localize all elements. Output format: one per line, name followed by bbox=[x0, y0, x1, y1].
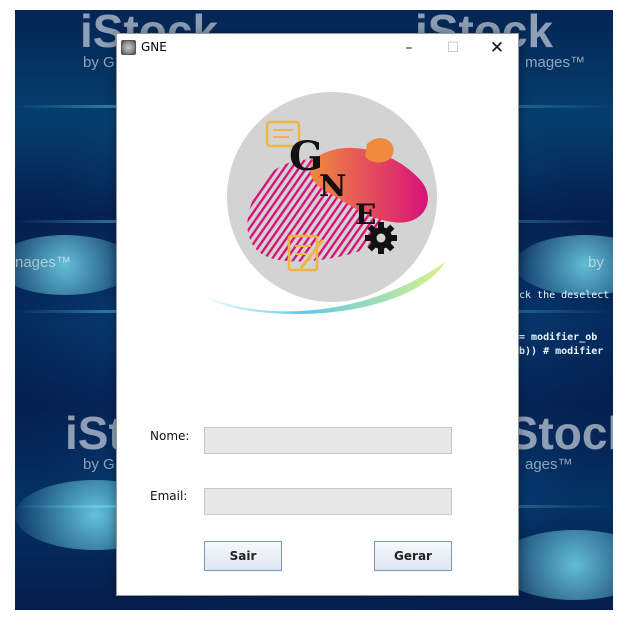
nome-label: Nome: bbox=[150, 429, 190, 443]
app-icon bbox=[121, 40, 136, 55]
email-input[interactable] bbox=[204, 488, 452, 515]
close-button[interactable]: ✕ bbox=[475, 34, 519, 62]
watermark-sub: ages™ bbox=[525, 456, 573, 473]
window-title: GNE bbox=[141, 40, 167, 54]
watermark-sub: by G bbox=[83, 54, 115, 71]
minimize-button[interactable]: – bbox=[387, 34, 431, 62]
code-text: = modifier_ob bbox=[519, 332, 598, 343]
code-text: b)) # modifier bbox=[519, 346, 604, 357]
nome-input[interactable] bbox=[204, 427, 452, 454]
gear-icon bbox=[365, 222, 397, 254]
code-text: ck the deselect bbox=[519, 290, 610, 301]
generate-button[interactable]: Gerar bbox=[374, 541, 452, 571]
watermark-sub: mages™ bbox=[525, 54, 586, 71]
gne-logo: G N E bbox=[207, 92, 445, 314]
watermark-sub: by bbox=[588, 254, 604, 271]
title-bar[interactable]: GNE – ☐ ✕ bbox=[117, 34, 518, 62]
app-window: GNE – ☐ ✕ G N E Nome: Email: Sair Gerar bbox=[116, 33, 519, 596]
watermark-sub: nages™ bbox=[15, 254, 71, 271]
maximize-button[interactable]: ☐ bbox=[431, 34, 475, 62]
watermark-sub: by G bbox=[83, 456, 115, 473]
logo-letter-n: N bbox=[319, 169, 346, 204]
exit-button[interactable]: Sair bbox=[204, 541, 282, 571]
email-label: Email: bbox=[150, 489, 188, 503]
